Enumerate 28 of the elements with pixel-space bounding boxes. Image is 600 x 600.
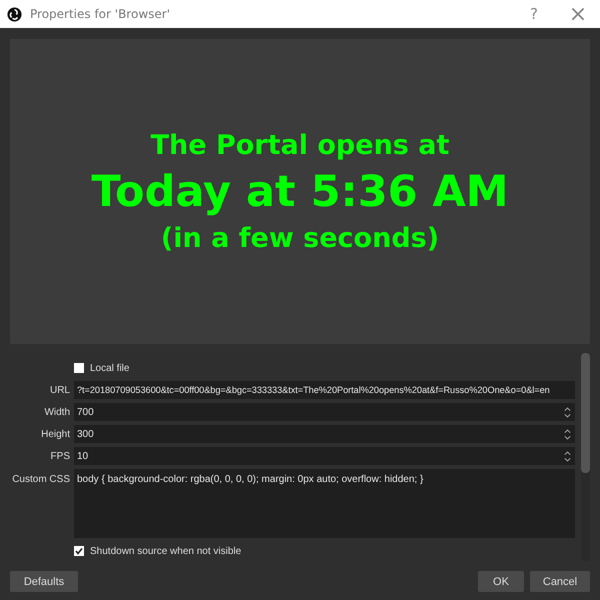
field-label: Width xyxy=(43,406,70,418)
field-label: URL xyxy=(48,384,70,396)
field-label: FPS xyxy=(50,450,70,462)
checkbox[interactable] xyxy=(74,363,84,373)
app-logo-icon xyxy=(7,6,22,22)
cancel-button[interactable]: Cancel xyxy=(530,571,590,592)
input-field[interactable]: ?t=20180709053600&tc=00ff00&bg=&bgc=333333&txt=The%20Portal%20opens%20at&f=Russo%20One&o=0&l=en xyxy=(74,381,575,399)
defaults-button[interactable]: Defaults xyxy=(10,571,78,592)
help-button[interactable]: ? xyxy=(512,0,556,28)
preview-text: The Portal opens at xyxy=(150,130,450,160)
checkbox-label: Local file xyxy=(90,362,130,374)
close-button[interactable]: × xyxy=(556,0,600,28)
checkbox[interactable] xyxy=(74,546,84,556)
spinner-arrows-icon[interactable] xyxy=(563,448,572,464)
spinner-arrows-icon[interactable] xyxy=(563,404,572,420)
preview-text: Today at 5:36 AM xyxy=(91,166,509,216)
spin-field[interactable]: 300 xyxy=(74,425,575,443)
spin-field[interactable]: 700 xyxy=(74,403,575,421)
spin-field[interactable]: 10 xyxy=(74,447,575,465)
ok-button[interactable]: OK xyxy=(478,571,524,592)
text-area[interactable]: body { background-color: rgba(0, 0, 0, 0); margin: 0px auto; overflow: hidden; } xyxy=(74,469,575,538)
window-title: Properties for 'Browser' xyxy=(30,7,171,21)
scrollbar[interactable] xyxy=(581,353,590,561)
checkbox-label: Shutdown source when not visible xyxy=(90,546,242,556)
field-label: Custom CSS xyxy=(11,473,70,485)
preview-text: (in a few seconds) xyxy=(160,222,440,254)
field-label: Height xyxy=(40,428,70,440)
spinner-arrows-icon[interactable] xyxy=(563,426,572,442)
